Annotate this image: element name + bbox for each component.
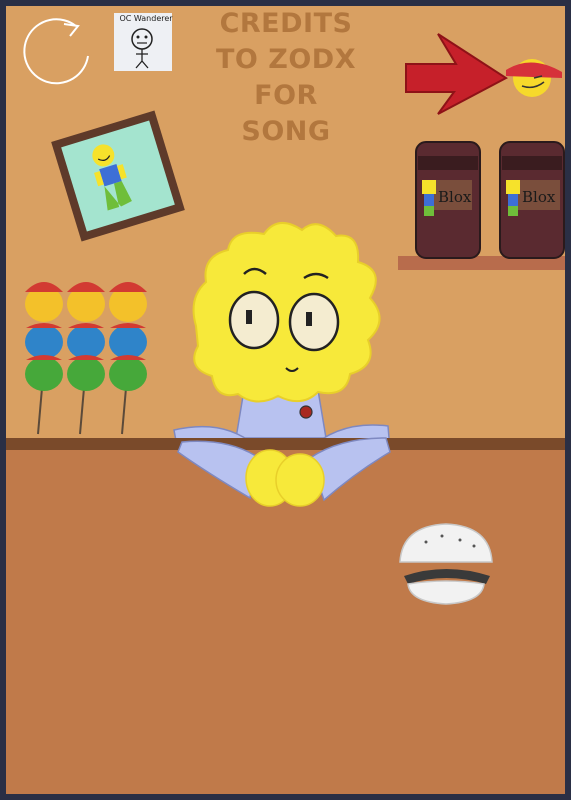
credits-line-1: CREDITS — [219, 8, 353, 39]
game-frame: OC Wanderer CREDITS TO ZODX FOR SONG Blo… — [6, 6, 565, 794]
credits-line-4: SONG — [241, 116, 331, 147]
can-left-brand: Blox — [438, 188, 472, 206]
credits-line-2: TO ZODX — [215, 44, 357, 75]
can-right-brand: Blox — [522, 188, 556, 206]
credits-line-3: FOR — [254, 80, 318, 111]
credits-text: CREDITS TO ZODX FOR SONG — [186, 6, 386, 150]
counter-top — [6, 438, 565, 450]
oc-card-label: OC Wanderer — [119, 14, 173, 23]
